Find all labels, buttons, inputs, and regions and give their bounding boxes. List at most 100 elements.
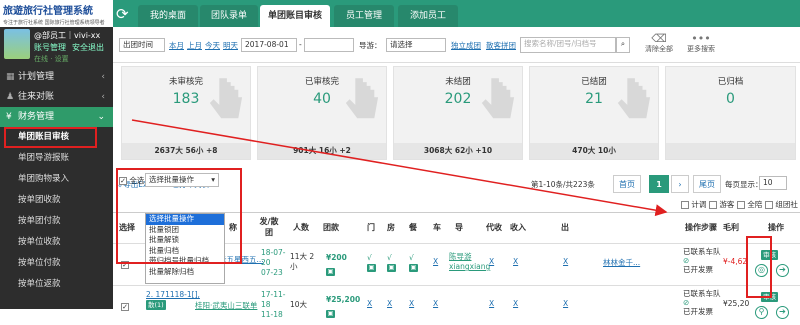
sidebar-group-finance[interactable]: ¥ 财务管理 ⌄ (0, 107, 113, 127)
collect-status[interactable]: X (489, 299, 494, 308)
option-escort[interactable]: 全陪 (737, 199, 762, 210)
group-people: 10大 (290, 300, 308, 309)
more-search-button[interactable]: ••• 更多搜索 (681, 33, 721, 54)
tab-add-staff[interactable]: 添加员工 (398, 5, 458, 27)
logout-link[interactable]: 安全退出 (72, 43, 104, 52)
out-status[interactable]: X (563, 299, 568, 308)
option-agency[interactable]: 组团社 (765, 199, 798, 210)
sidebar-item-shopping-entry[interactable]: 单团购物录入 (0, 169, 113, 190)
sidebar: @部员工｜vivi-xx 账号管理 安全退出 在线 · 设置 ▦ 计划管理 ‹ ♟ 往来… (0, 27, 113, 309)
search-input[interactable]: 搜索名称/团号/归档号 (520, 37, 616, 53)
profit-value: ¥25,20 (723, 299, 750, 308)
meal-status[interactable]: X (409, 299, 414, 308)
out-status[interactable]: X (563, 257, 568, 266)
room-status[interactable]: X (387, 299, 392, 308)
amount-badge: ▣ (326, 266, 335, 276)
extra-link[interactable]: 林林金千... (603, 257, 640, 268)
sidebar-item-single-audit[interactable]: 单团账目审核 (4, 127, 97, 148)
quick-today[interactable]: 今天 (205, 40, 220, 51)
quick-tomorrow[interactable]: 明天 (223, 40, 238, 51)
car-status[interactable]: X (433, 257, 438, 266)
stat-footer (666, 143, 795, 159)
date-from-input[interactable]: 2017-08-01 (241, 38, 297, 52)
independent-group-filter[interactable]: 独立成团 (451, 40, 481, 51)
checkbox[interactable] (765, 201, 773, 209)
refresh-icon[interactable]: ⟳ (116, 5, 134, 23)
stat-card-archived[interactable]: 已归档 0 (665, 66, 796, 160)
sidebar-item-unit-payment[interactable]: 按单位付款 (0, 253, 113, 274)
chevron-right-icon: ‹ (101, 72, 105, 82)
checkbox[interactable] (681, 201, 689, 209)
sidebar-item-unit-receipt[interactable]: 按单位收款 (0, 232, 113, 253)
guide-name[interactable]: 陈导游 xiangxiang (449, 252, 490, 272)
step-contacted-bus: 已联系车队 (683, 289, 721, 298)
brand-logo: 旅遊旅行社管理系統 专注于旅行社系统 国际旅行社管理系统领导者 (0, 0, 113, 27)
sidebar-group-reconcile[interactable]: ♟ 往来对账 ‹ (0, 87, 113, 107)
tab-desktop[interactable]: 我的桌面 (138, 5, 198, 27)
date-to-input[interactable] (304, 38, 354, 52)
first-page-button[interactable]: 首页 (613, 175, 641, 193)
option-label: 组团社 (775, 200, 798, 209)
per-page-label: 每页显示： (725, 180, 763, 189)
sidebar-item-unit-rebate[interactable]: 按单位返款 (0, 274, 113, 295)
quick-last-month[interactable]: 上月 (187, 40, 202, 51)
option-label: 全陪 (747, 200, 763, 209)
ticket-status[interactable]: X (367, 299, 372, 308)
collect-status[interactable]: X (489, 257, 494, 266)
option-tourist[interactable]: 游客 (709, 199, 734, 210)
option-label: 游客 (719, 200, 735, 209)
stat-footer: 2637大 56小 +8 (122, 143, 250, 159)
search-icon[interactable]: ⌕ (616, 37, 630, 53)
annotation-box-actions (746, 236, 772, 298)
stat-card-unaudited[interactable]: 未审核完 183 2637大 56小 +8 (121, 66, 251, 160)
last-page-button[interactable]: 尾页 (693, 175, 721, 193)
user-name: @部员工｜vivi-xx (34, 31, 101, 40)
sidebar-group-plan[interactable]: ▦ 计划管理 ‹ (0, 67, 113, 87)
tab-staff-management[interactable]: 员工管理 (334, 5, 394, 27)
checkbox[interactable]: ✓ (121, 303, 129, 311)
group-amount[interactable]: ¥25,200 (326, 295, 360, 304)
stat-footer: 3068大 62小 +10 (394, 143, 522, 159)
checkbox[interactable] (737, 201, 745, 209)
income-status[interactable]: X (513, 299, 518, 308)
amount-badge: ▣ (326, 308, 335, 318)
group-name[interactable]: 桂阳·武夷山三联单 (195, 300, 257, 311)
quick-this-month[interactable]: 本月 (169, 40, 184, 51)
account-link[interactable]: 账号管理 (34, 43, 66, 52)
split-group-filter[interactable]: 散客拼团 (486, 40, 516, 51)
car-status[interactable]: X (433, 299, 438, 308)
option-operator[interactable]: 计调 (681, 199, 706, 210)
stat-card-closed-groups[interactable]: 已结团 21 470大 10小 (529, 66, 659, 160)
row-checkbox[interactable]: ✓ (121, 302, 129, 311)
search-action-icon[interactable]: ⚲ (755, 306, 768, 319)
brand-subtitle: 专注于旅行社系统 国际旅行社管理系统领导者 (3, 20, 105, 26)
group-number[interactable]: 2. 171118-1[], (146, 290, 200, 299)
stat-card-open-groups[interactable]: 未结团 202 3068大 62小 +10 (393, 66, 523, 160)
forward-action-icon[interactable]: ➔ (776, 264, 789, 277)
income-status[interactable]: X (513, 257, 518, 266)
time-type-select[interactable]: 出团时间 (119, 38, 165, 52)
stat-card-audited[interactable]: 已审核完 40 901大 16小 +2 (257, 66, 387, 160)
avatar (4, 29, 30, 59)
sidebar-item-group-payment[interactable]: 按单团付款 (0, 211, 113, 232)
step-invoiced: 已开发票 (683, 265, 713, 274)
tab-group-entry[interactable]: 团队录单 (200, 5, 258, 27)
group-amount[interactable]: ¥200 (326, 253, 347, 262)
clear-all-button[interactable]: ⌫ 清除全部 (639, 33, 679, 54)
calendar-icon: ▦ (6, 72, 15, 82)
guide-select[interactable]: 请选择 (386, 38, 446, 52)
current-page-button[interactable]: 1 (649, 175, 669, 193)
stat-footer: 901大 16小 +2 (258, 143, 386, 159)
pagination-info: 第1-10条/共223条 (531, 180, 595, 189)
checkbox[interactable] (709, 201, 717, 209)
invoice-icon: ▣ (367, 264, 376, 272)
sidebar-item-guide-report[interactable]: 单团导游报账 (0, 148, 113, 169)
bulk-option-unarchive[interactable]: 批量解除归档 (146, 267, 224, 278)
per-page-select[interactable]: 10 (759, 176, 787, 190)
sidebar-item-group-receipt[interactable]: 按单团收款 (0, 190, 113, 211)
sidebar-group-label: 往来对账 (18, 92, 55, 102)
forward-action-icon[interactable]: ➔ (776, 306, 789, 319)
tab-single-group-audit[interactable]: 单团账目审核 (260, 5, 330, 27)
user-panel: @部员工｜vivi-xx 账号管理 安全退出 在线 · 设置 (0, 27, 113, 67)
next-page-icon[interactable]: › (671, 175, 689, 193)
